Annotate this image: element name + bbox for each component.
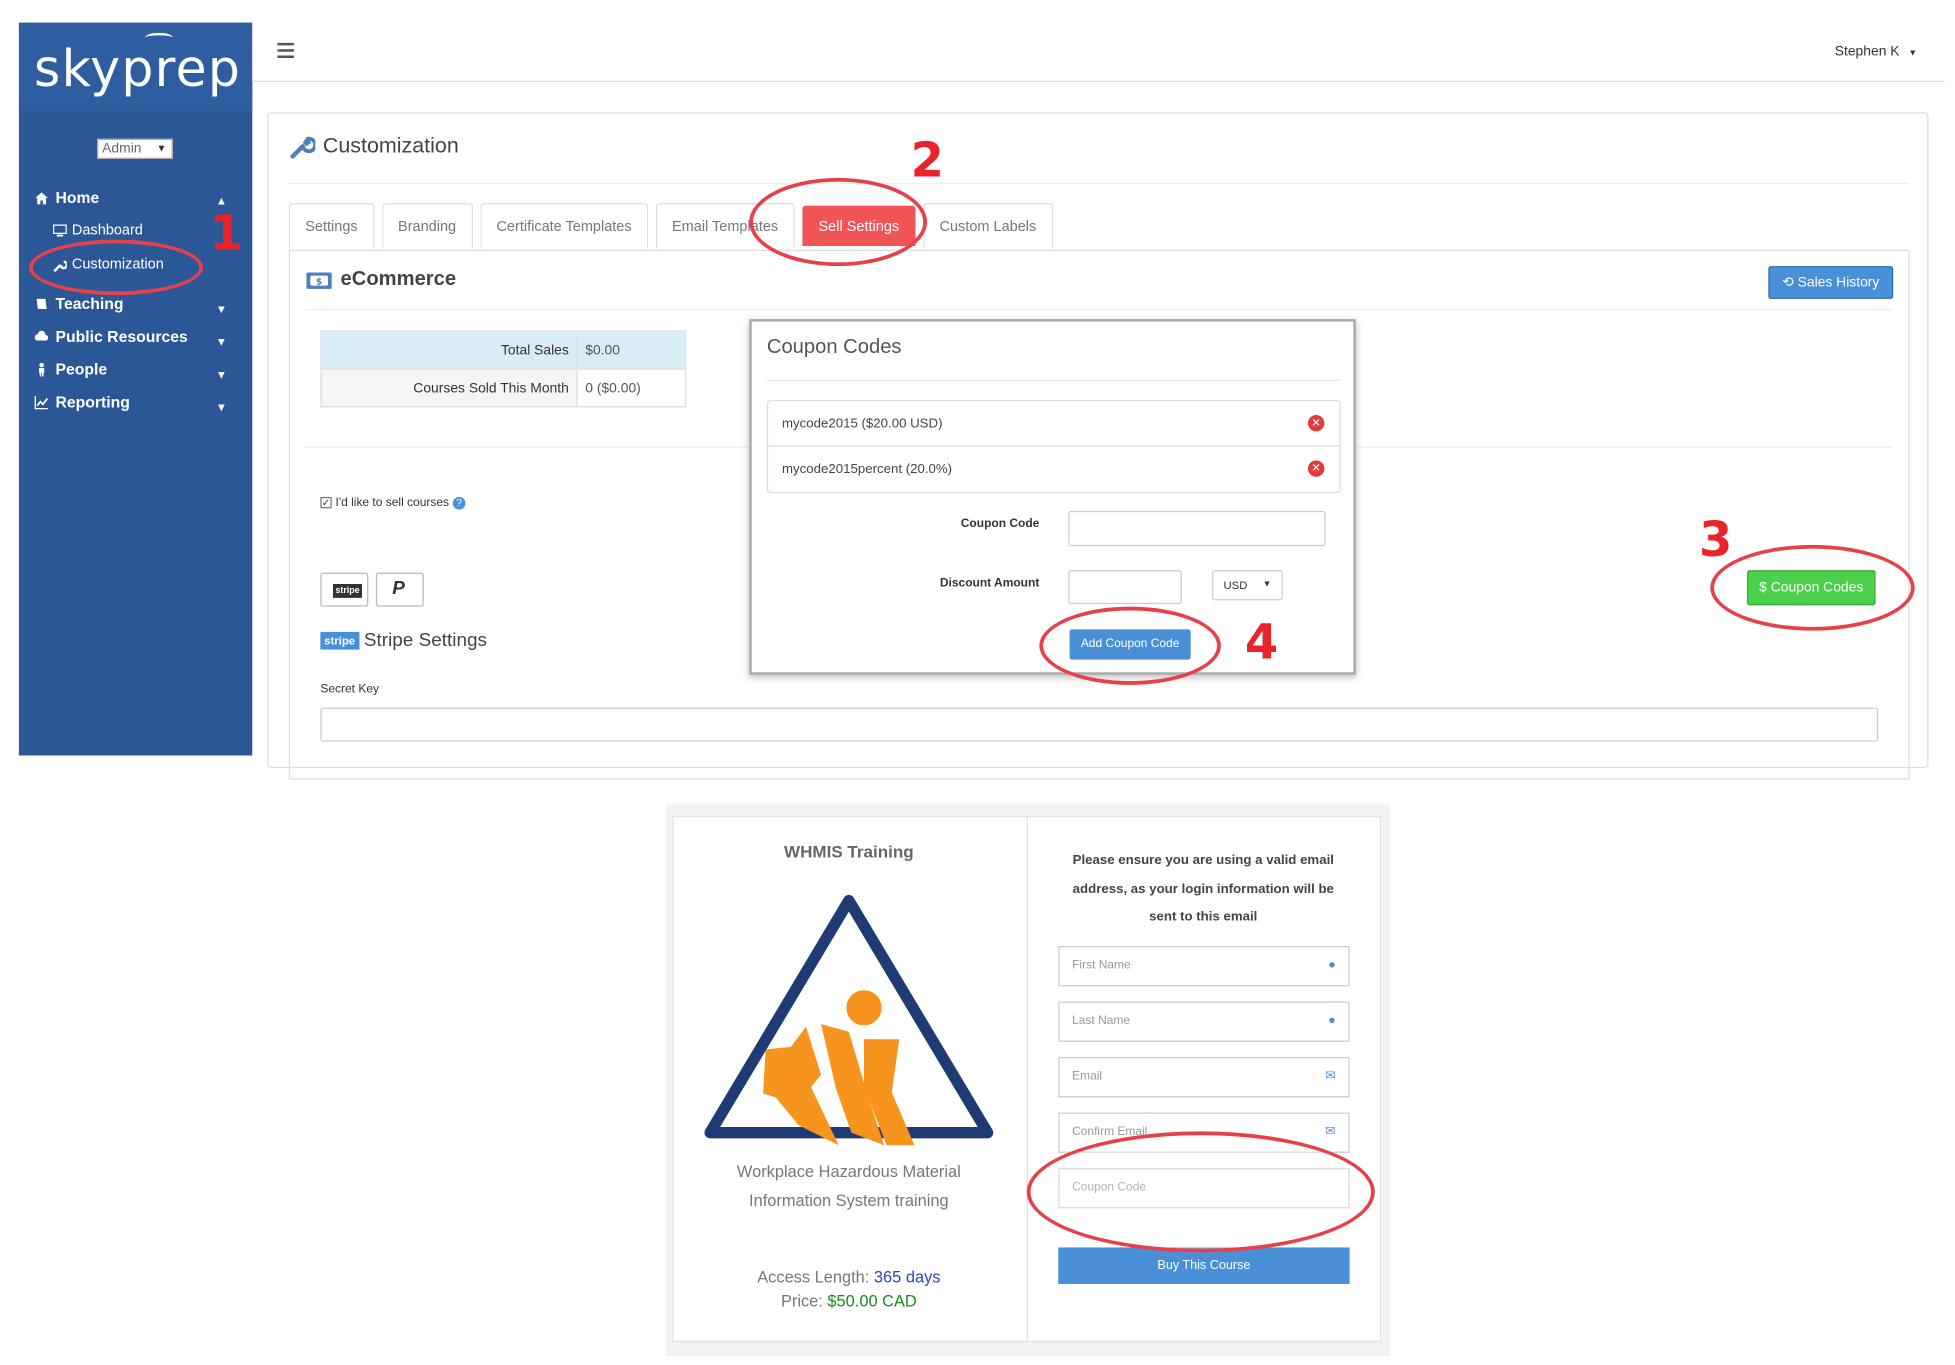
last-name-field[interactable]: Last Name ●	[1058, 1001, 1350, 1042]
notice-line: address, as your login information will …	[1072, 881, 1334, 897]
price-label: Price:	[780, 1291, 823, 1311]
email-placeholder: Email	[1072, 1069, 1103, 1084]
email-notice: Please ensure you are using a valid emai…	[1054, 846, 1352, 931]
access-length: Access Length: 365 days	[672, 1265, 1025, 1289]
course-price: Price: $50.00 CAD	[672, 1289, 1025, 1313]
user-icon: ●	[1328, 958, 1336, 973]
envelope-icon: ✉	[1325, 1125, 1336, 1139]
first-name-field[interactable]: First Name ●	[1058, 945, 1350, 987]
price-value: $50.00 CAD	[827, 1291, 917, 1311]
course-description-line: Workplace Hazardous Material	[736, 1161, 961, 1181]
whmis-logo-image	[704, 894, 994, 1146]
course-description: Workplace Hazardous Material Information…	[691, 1157, 1006, 1215]
user-icon: ●	[1328, 1014, 1336, 1028]
last-name-placeholder: Last Name	[1072, 1014, 1131, 1028]
course-title: WHMIS Training	[784, 842, 914, 862]
buy-course-button[interactable]: Buy This Course	[1058, 1247, 1350, 1285]
annotation-ellipse	[1026, 1131, 1375, 1253]
notice-line: sent to this email	[1149, 909, 1258, 925]
envelope-icon: ✉	[1325, 1069, 1336, 1084]
email-field[interactable]: Email ✉	[1058, 1056, 1350, 1098]
first-name-placeholder: First Name	[1072, 958, 1131, 973]
checkout-screenshot: WHMIS Training Workplace Hazardous Mater…	[0, 0, 1955, 1365]
notice-line: Please ensure you are using a valid emai…	[1072, 852, 1334, 868]
divider	[1026, 817, 1028, 1341]
course-description-line: Information System training	[749, 1190, 949, 1210]
course-access-info: Access Length: 365 days Price: $50.00 CA…	[672, 1265, 1025, 1313]
access-length-value: 365 days	[873, 1267, 941, 1287]
access-length-label: Access Length:	[757, 1267, 870, 1287]
